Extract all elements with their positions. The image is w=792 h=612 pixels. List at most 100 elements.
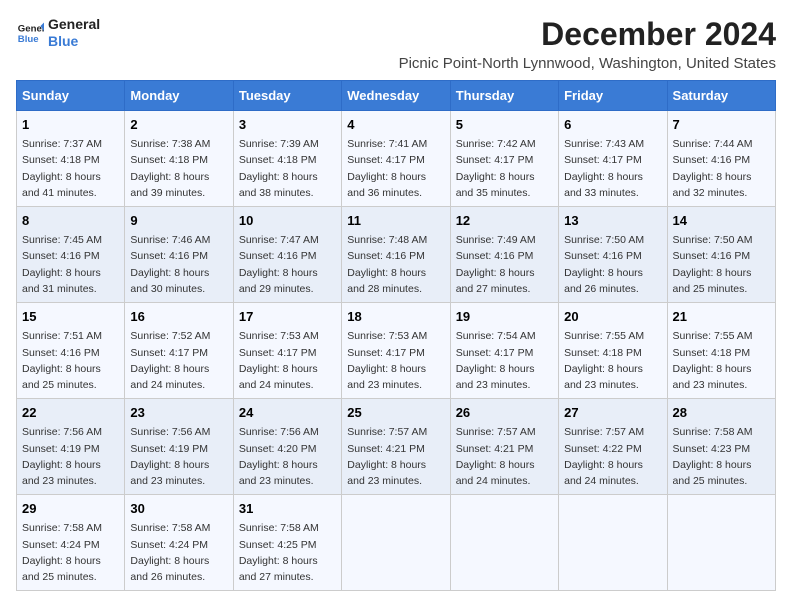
logo-text: General Blue (48, 16, 100, 50)
day-number: 22 (22, 404, 119, 422)
calendar-cell: 16 Sunrise: 7:52 AM Sunset: 4:17 PM Dayl… (125, 303, 233, 399)
day-info: Sunrise: 7:46 AM Sunset: 4:16 PM Dayligh… (130, 234, 210, 295)
calendar-week-5: 29 Sunrise: 7:58 AM Sunset: 4:24 PM Dayl… (17, 495, 776, 591)
day-info: Sunrise: 7:41 AM Sunset: 4:17 PM Dayligh… (347, 138, 427, 199)
day-number: 4 (347, 116, 444, 134)
day-info: Sunrise: 7:47 AM Sunset: 4:16 PM Dayligh… (239, 234, 319, 295)
day-info: Sunrise: 7:57 AM Sunset: 4:22 PM Dayligh… (564, 426, 644, 487)
day-info: Sunrise: 7:37 AM Sunset: 4:18 PM Dayligh… (22, 138, 102, 199)
day-info: Sunrise: 7:49 AM Sunset: 4:16 PM Dayligh… (456, 234, 536, 295)
column-header-friday: Friday (559, 81, 667, 111)
column-header-thursday: Thursday (450, 81, 558, 111)
calendar-cell: 24 Sunrise: 7:56 AM Sunset: 4:20 PM Dayl… (233, 399, 341, 495)
day-info: Sunrise: 7:58 AM Sunset: 4:24 PM Dayligh… (22, 522, 102, 583)
day-number: 21 (673, 308, 770, 326)
day-info: Sunrise: 7:56 AM Sunset: 4:19 PM Dayligh… (130, 426, 210, 487)
day-number: 6 (564, 116, 661, 134)
day-number: 1 (22, 116, 119, 134)
day-info: Sunrise: 7:58 AM Sunset: 4:23 PM Dayligh… (673, 426, 753, 487)
day-info: Sunrise: 7:48 AM Sunset: 4:16 PM Dayligh… (347, 234, 427, 295)
day-info: Sunrise: 7:42 AM Sunset: 4:17 PM Dayligh… (456, 138, 536, 199)
calendar-cell: 10 Sunrise: 7:47 AM Sunset: 4:16 PM Dayl… (233, 207, 341, 303)
calendar-cell: 22 Sunrise: 7:56 AM Sunset: 4:19 PM Dayl… (17, 399, 125, 495)
day-info: Sunrise: 7:56 AM Sunset: 4:20 PM Dayligh… (239, 426, 319, 487)
column-header-wednesday: Wednesday (342, 81, 450, 111)
day-number: 25 (347, 404, 444, 422)
day-number: 10 (239, 212, 336, 230)
day-number: 18 (347, 308, 444, 326)
day-number: 23 (130, 404, 227, 422)
calendar-cell: 30 Sunrise: 7:58 AM Sunset: 4:24 PM Dayl… (125, 495, 233, 591)
calendar-cell: 7 Sunrise: 7:44 AM Sunset: 4:16 PM Dayli… (667, 111, 775, 207)
day-info: Sunrise: 7:54 AM Sunset: 4:17 PM Dayligh… (456, 330, 536, 391)
day-number: 17 (239, 308, 336, 326)
calendar-cell: 8 Sunrise: 7:45 AM Sunset: 4:16 PM Dayli… (17, 207, 125, 303)
day-number: 20 (564, 308, 661, 326)
day-info: Sunrise: 7:57 AM Sunset: 4:21 PM Dayligh… (347, 426, 427, 487)
svg-text:Blue: Blue (18, 34, 39, 45)
day-number: 3 (239, 116, 336, 134)
day-info: Sunrise: 7:39 AM Sunset: 4:18 PM Dayligh… (239, 138, 319, 199)
calendar-cell (450, 495, 558, 591)
logo-line2: Blue (48, 33, 100, 50)
day-info: Sunrise: 7:55 AM Sunset: 4:18 PM Dayligh… (564, 330, 644, 391)
day-info: Sunrise: 7:50 AM Sunset: 4:16 PM Dayligh… (673, 234, 753, 295)
calendar-week-2: 8 Sunrise: 7:45 AM Sunset: 4:16 PM Dayli… (17, 207, 776, 303)
calendar-cell: 23 Sunrise: 7:56 AM Sunset: 4:19 PM Dayl… (125, 399, 233, 495)
day-number: 14 (673, 212, 770, 230)
column-header-tuesday: Tuesday (233, 81, 341, 111)
calendar-cell: 11 Sunrise: 7:48 AM Sunset: 4:16 PM Dayl… (342, 207, 450, 303)
day-number: 12 (456, 212, 553, 230)
logo: General Blue General Blue (16, 16, 100, 50)
day-number: 26 (456, 404, 553, 422)
calendar-cell: 15 Sunrise: 7:51 AM Sunset: 4:16 PM Dayl… (17, 303, 125, 399)
calendar-cell: 14 Sunrise: 7:50 AM Sunset: 4:16 PM Dayl… (667, 207, 775, 303)
day-number: 9 (130, 212, 227, 230)
day-number: 27 (564, 404, 661, 422)
day-number: 11 (347, 212, 444, 230)
day-number: 2 (130, 116, 227, 134)
day-number: 7 (673, 116, 770, 134)
calendar-cell: 29 Sunrise: 7:58 AM Sunset: 4:24 PM Dayl… (17, 495, 125, 591)
calendar-cell: 9 Sunrise: 7:46 AM Sunset: 4:16 PM Dayli… (125, 207, 233, 303)
day-info: Sunrise: 7:58 AM Sunset: 4:25 PM Dayligh… (239, 522, 319, 583)
calendar-cell: 31 Sunrise: 7:58 AM Sunset: 4:25 PM Dayl… (233, 495, 341, 591)
day-number: 15 (22, 308, 119, 326)
calendar-cell: 4 Sunrise: 7:41 AM Sunset: 4:17 PM Dayli… (342, 111, 450, 207)
calendar-week-1: 1 Sunrise: 7:37 AM Sunset: 4:18 PM Dayli… (17, 111, 776, 207)
day-number: 29 (22, 500, 119, 518)
day-number: 31 (239, 500, 336, 518)
day-number: 16 (130, 308, 227, 326)
calendar-cell: 12 Sunrise: 7:49 AM Sunset: 4:16 PM Dayl… (450, 207, 558, 303)
calendar-table: SundayMondayTuesdayWednesdayThursdayFrid… (16, 80, 776, 591)
calendar-body: 1 Sunrise: 7:37 AM Sunset: 4:18 PM Dayli… (17, 111, 776, 591)
svg-text:General: General (18, 23, 44, 34)
calendar-cell (559, 495, 667, 591)
day-number: 24 (239, 404, 336, 422)
logo-line1: General (48, 16, 100, 33)
subtitle: Picnic Point-North Lynnwood, Washington,… (399, 55, 776, 72)
day-info: Sunrise: 7:53 AM Sunset: 4:17 PM Dayligh… (239, 330, 319, 391)
day-info: Sunrise: 7:57 AM Sunset: 4:21 PM Dayligh… (456, 426, 536, 487)
day-info: Sunrise: 7:45 AM Sunset: 4:16 PM Dayligh… (22, 234, 102, 295)
calendar-cell: 28 Sunrise: 7:58 AM Sunset: 4:23 PM Dayl… (667, 399, 775, 495)
column-header-saturday: Saturday (667, 81, 775, 111)
day-info: Sunrise: 7:58 AM Sunset: 4:24 PM Dayligh… (130, 522, 210, 583)
calendar-cell: 5 Sunrise: 7:42 AM Sunset: 4:17 PM Dayli… (450, 111, 558, 207)
day-info: Sunrise: 7:53 AM Sunset: 4:17 PM Dayligh… (347, 330, 427, 391)
day-number: 13 (564, 212, 661, 230)
day-info: Sunrise: 7:44 AM Sunset: 4:16 PM Dayligh… (673, 138, 753, 199)
calendar-cell: 26 Sunrise: 7:57 AM Sunset: 4:21 PM Dayl… (450, 399, 558, 495)
calendar-cell: 1 Sunrise: 7:37 AM Sunset: 4:18 PM Dayli… (17, 111, 125, 207)
title-block: December 2024 Picnic Point-North Lynnwoo… (399, 16, 776, 72)
calendar-cell (667, 495, 775, 591)
calendar-week-4: 22 Sunrise: 7:56 AM Sunset: 4:19 PM Dayl… (17, 399, 776, 495)
calendar-cell: 6 Sunrise: 7:43 AM Sunset: 4:17 PM Dayli… (559, 111, 667, 207)
logo-icon: General Blue (16, 19, 44, 47)
calendar-cell: 18 Sunrise: 7:53 AM Sunset: 4:17 PM Dayl… (342, 303, 450, 399)
calendar-cell: 27 Sunrise: 7:57 AM Sunset: 4:22 PM Dayl… (559, 399, 667, 495)
day-info: Sunrise: 7:56 AM Sunset: 4:19 PM Dayligh… (22, 426, 102, 487)
calendar-cell: 17 Sunrise: 7:53 AM Sunset: 4:17 PM Dayl… (233, 303, 341, 399)
calendar-cell: 13 Sunrise: 7:50 AM Sunset: 4:16 PM Dayl… (559, 207, 667, 303)
calendar-cell (342, 495, 450, 591)
